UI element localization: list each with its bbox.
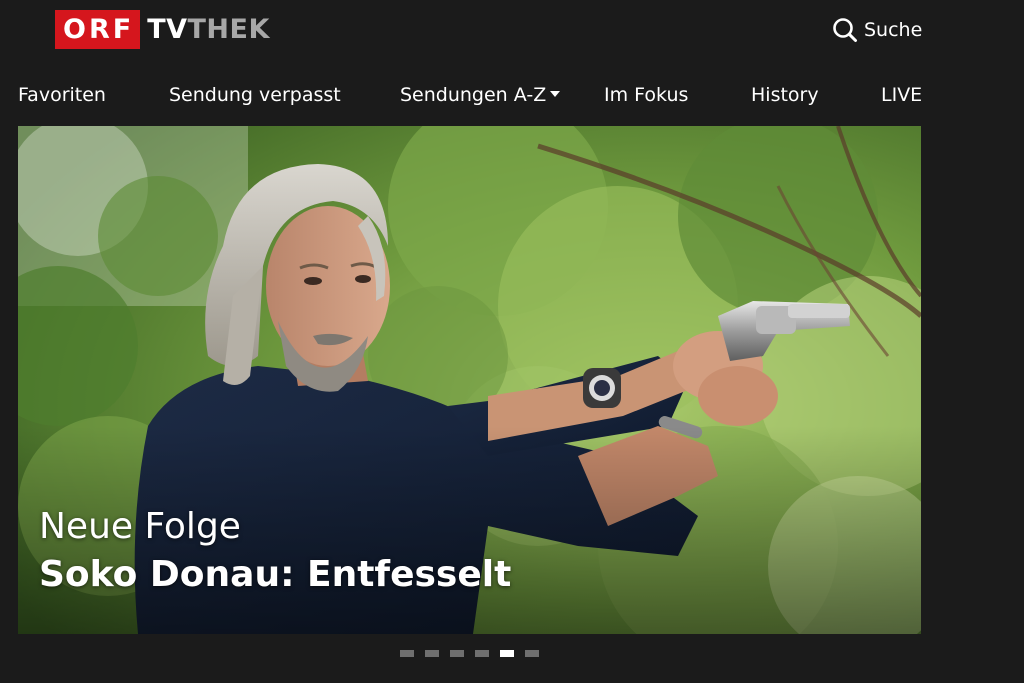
pager-dot[interactable] — [475, 650, 489, 657]
pager-dot[interactable] — [525, 650, 539, 657]
pager-dot[interactable] — [450, 650, 464, 657]
carousel-pager — [400, 650, 550, 658]
hero-subtitle: Neue Folge — [39, 506, 241, 547]
chevron-down-icon — [550, 90, 561, 97]
logo-thek: THEK — [187, 14, 270, 45]
orf-tvthek-logo[interactable]: ORF TV THEK — [55, 10, 270, 49]
nav-item-label: Sendung verpasst — [169, 84, 341, 106]
hero-title: Soko Donau: Entfesselt — [39, 554, 512, 595]
nav-item-label: Favoriten — [18, 84, 106, 106]
nav-item-label: Im Fokus — [604, 84, 689, 106]
nav-item-label: Sendungen A-Z — [400, 84, 547, 106]
nav-item-sendungen-a-z[interactable]: Sendungen A-Z — [400, 80, 561, 110]
nav-item-label: History — [751, 84, 819, 106]
nav-item-favoriten[interactable]: Favoriten — [18, 80, 106, 110]
search-button[interactable]: Suche — [832, 16, 922, 44]
nav-item-history[interactable]: History — [751, 80, 819, 110]
logo-orf: ORF — [55, 10, 141, 49]
logo-tv: TV — [147, 14, 188, 45]
pager-dot[interactable] — [425, 650, 439, 657]
nav-item-sendung-verpasst[interactable]: Sendung verpasst — [169, 80, 341, 110]
search-icon — [833, 18, 857, 42]
nav-item-live[interactable]: LIVE — [881, 80, 922, 110]
nav-item-label: LIVE — [881, 84, 923, 106]
pager-dot[interactable] — [400, 650, 414, 657]
main-nav: Favoriten Sendung verpasst Sendungen A-Z… — [0, 80, 1024, 110]
pager-dot[interactable] — [500, 650, 514, 657]
hero-teaser[interactable]: Neue Folge Soko Donau: Entfesselt — [18, 126, 921, 634]
page: ORF TV THEK Suche Favoriten Sendung verp… — [0, 0, 1024, 683]
search-label: Suche — [864, 19, 923, 41]
nav-item-im-fokus[interactable]: Im Fokus — [604, 80, 688, 110]
